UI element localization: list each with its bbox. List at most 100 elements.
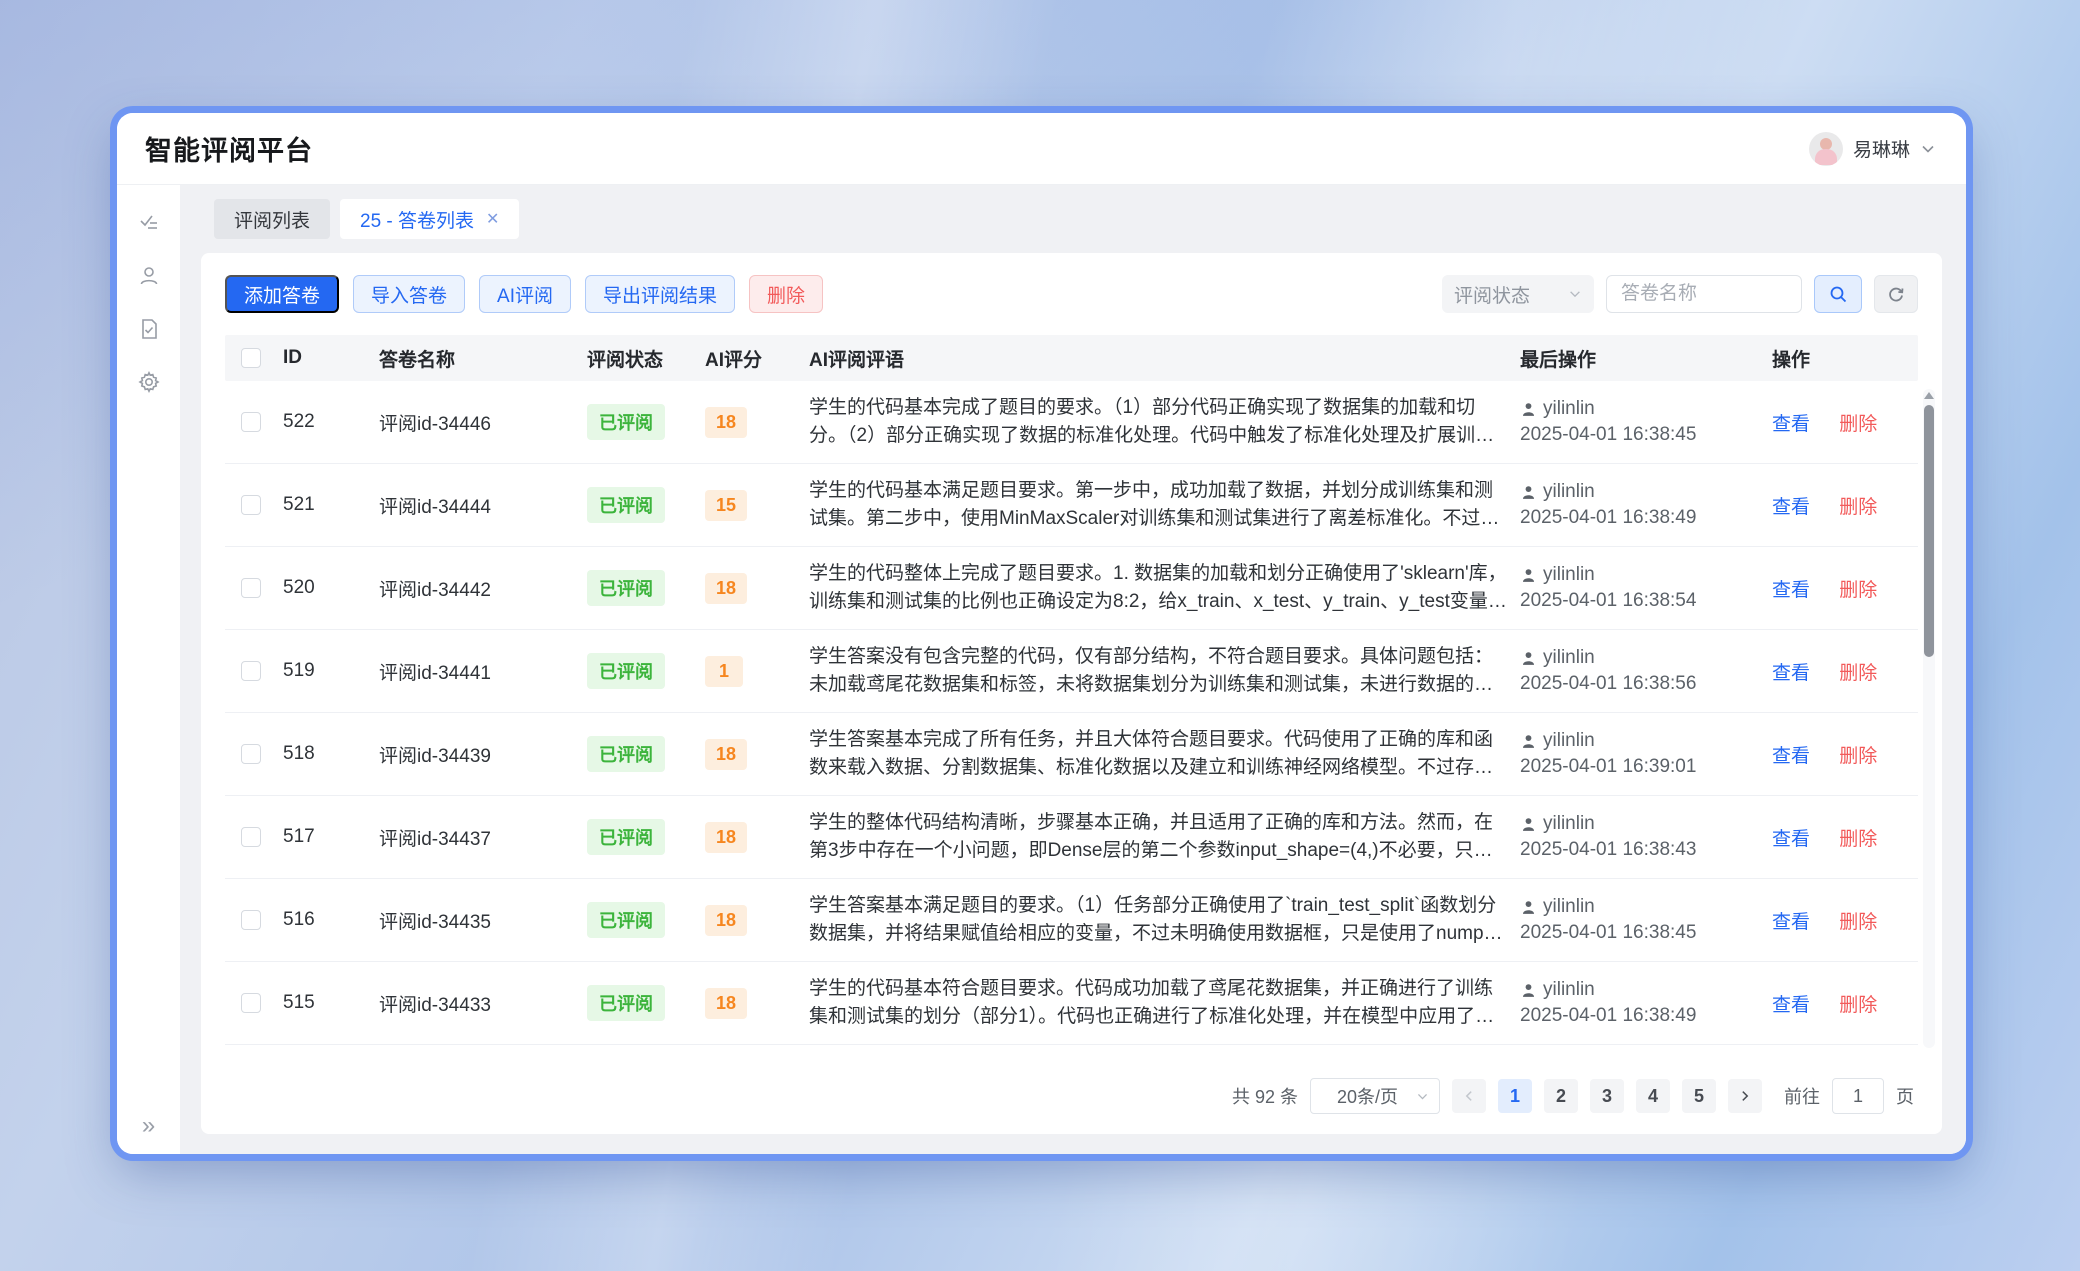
prev-page-button[interactable]	[1452, 1079, 1486, 1113]
page-size-select[interactable]: 20条/页	[1310, 1078, 1440, 1114]
column-name: 答卷名称	[379, 345, 587, 372]
table-row: 515 评阅id-34433 已评阅 18 学生的代码基本符合题目要求。代码成功…	[225, 962, 1918, 1045]
tab-label: 25 - 答卷列表	[360, 206, 474, 233]
scrollbar-thumb[interactable]	[1924, 405, 1934, 657]
sidebar-item-review-list[interactable]	[129, 203, 169, 243]
user-icon	[1520, 567, 1537, 584]
row-checkbox[interactable]	[241, 661, 261, 681]
page-button-1[interactable]: 1	[1498, 1079, 1532, 1113]
score-badge: 18	[705, 988, 747, 1019]
row-answer-name: 评阅id-34437	[379, 824, 587, 851]
sidebar-item-users[interactable]	[129, 256, 169, 296]
row-checkbox[interactable]	[241, 744, 261, 764]
page-button-4[interactable]: 4	[1636, 1079, 1670, 1113]
import-answer-button[interactable]: 导入答卷	[353, 275, 465, 313]
answer-list-card: 添加答卷 导入答卷 AI评阅 导出评阅结果 删除 评阅状态	[201, 253, 1942, 1134]
delete-link[interactable]: 删除	[1839, 663, 1877, 684]
row-id: 518	[283, 743, 379, 765]
view-link[interactable]: 查看	[1772, 746, 1810, 767]
row-checkbox[interactable]	[241, 412, 261, 432]
status-badge: 已评阅	[587, 736, 665, 772]
page-button-5[interactable]: 5	[1682, 1079, 1716, 1113]
scroll-up-arrow-icon[interactable]	[1924, 392, 1934, 399]
status-badge: 已评阅	[587, 902, 665, 938]
row-comment: 学生答案没有包含完整的代码，仅有部分结构，不符合题目要求。具体问题包括：未加载鸢…	[809, 643, 1508, 699]
row-id: 515	[283, 992, 379, 1014]
user-icon	[1520, 816, 1537, 833]
pagination: 共 92 条 20条/页 1 2	[225, 1054, 1918, 1114]
row-timestamp: 2025-04-01 16:38:45	[1520, 920, 1760, 946]
row-checkbox[interactable]	[241, 495, 261, 515]
delete-link[interactable]: 删除	[1839, 414, 1877, 435]
add-answer-button[interactable]: 添加答卷	[225, 275, 339, 313]
row-timestamp: 2025-04-01 16:38:43	[1520, 837, 1760, 863]
view-link[interactable]: 查看	[1772, 414, 1810, 435]
delete-link[interactable]: 删除	[1839, 746, 1877, 767]
next-page-button[interactable]	[1728, 1079, 1762, 1113]
table-scrollbar[interactable]	[1923, 389, 1935, 1048]
search-button[interactable]	[1814, 275, 1862, 313]
tab-answer-list[interactable]: 25 - 答卷列表 ✕	[340, 199, 519, 239]
score-badge: 1	[705, 656, 743, 687]
review-status-select[interactable]: 评阅状态	[1442, 275, 1594, 313]
view-link[interactable]: 查看	[1772, 497, 1810, 518]
delete-button[interactable]: 删除	[749, 275, 823, 313]
delete-link[interactable]: 删除	[1839, 829, 1877, 850]
chevron-down-icon	[1568, 287, 1582, 301]
user-icon	[1520, 401, 1537, 418]
view-link[interactable]: 查看	[1772, 995, 1810, 1016]
select-all-checkbox[interactable]	[241, 348, 261, 368]
tab-review-list[interactable]: 评阅列表	[214, 199, 330, 239]
row-comment: 学生的整体代码结构清晰，步骤基本正确，并且适用了正确的库和方法。然而，在第3步中…	[809, 809, 1508, 865]
score-badge: 18	[705, 573, 747, 604]
row-operator: yilinlin	[1543, 977, 1595, 1003]
status-badge: 已评阅	[587, 819, 665, 855]
row-checkbox[interactable]	[241, 827, 261, 847]
row-comment: 学生的代码基本完成了题目的要求。（1）部分代码正确实现了数据集的加载和切分。（2…	[809, 394, 1508, 450]
row-operator: yilinlin	[1543, 562, 1595, 588]
score-badge: 18	[705, 905, 747, 936]
goto-page-input[interactable]	[1832, 1078, 1884, 1114]
avatar[interactable]	[1809, 132, 1843, 166]
main-content: 评阅列表 25 - 答卷列表 ✕ 添加答卷 导入答卷 AI评阅 导出评阅结果 删…	[181, 185, 1966, 1154]
row-timestamp: 2025-04-01 16:38:54	[1520, 588, 1760, 614]
sidebar-collapse-toggle[interactable]: »	[142, 1112, 155, 1140]
sidebar-item-settings[interactable]	[129, 362, 169, 402]
delete-link[interactable]: 删除	[1839, 497, 1877, 518]
total-count: 共 92 条	[1232, 1083, 1298, 1109]
user-menu[interactable]: 易琳琳	[1809, 132, 1936, 166]
delete-link[interactable]: 删除	[1839, 995, 1877, 1016]
goto-label: 前往	[1784, 1083, 1820, 1109]
close-icon[interactable]: ✕	[486, 209, 499, 229]
view-link[interactable]: 查看	[1772, 829, 1810, 850]
select-placeholder: 评阅状态	[1454, 281, 1560, 308]
page-button-2[interactable]: 2	[1544, 1079, 1578, 1113]
row-id: 521	[283, 494, 379, 516]
table-body: 522 评阅id-34446 已评阅 18 学生的代码基本完成了题目的要求。（1…	[225, 381, 1918, 1045]
chevron-left-icon	[1462, 1089, 1476, 1103]
row-operator: yilinlin	[1543, 811, 1595, 837]
row-id: 522	[283, 411, 379, 433]
delete-link[interactable]: 删除	[1839, 580, 1877, 601]
view-link[interactable]: 查看	[1772, 912, 1810, 933]
table-row: 522 评阅id-34446 已评阅 18 学生的代码基本完成了题目的要求。（1…	[225, 381, 1918, 464]
view-link[interactable]: 查看	[1772, 580, 1810, 601]
row-timestamp: 2025-04-01 16:39:01	[1520, 754, 1760, 780]
column-comment: AI评阅评语	[809, 345, 1520, 372]
row-checkbox[interactable]	[241, 578, 261, 598]
row-checkbox[interactable]	[241, 910, 261, 930]
row-answer-name: 评阅id-34435	[379, 907, 587, 934]
refresh-button[interactable]	[1874, 275, 1918, 313]
export-results-button[interactable]: 导出评阅结果	[585, 275, 735, 313]
sidebar-item-documents[interactable]	[129, 309, 169, 349]
row-checkbox[interactable]	[241, 993, 261, 1013]
view-link[interactable]: 查看	[1772, 663, 1810, 684]
row-id: 516	[283, 909, 379, 931]
score-badge: 18	[705, 739, 747, 770]
page-button-3[interactable]: 3	[1590, 1079, 1624, 1113]
ai-review-button[interactable]: AI评阅	[479, 275, 571, 313]
answer-name-input[interactable]	[1606, 275, 1802, 313]
table-row: 519 评阅id-34441 已评阅 1 学生答案没有包含完整的代码，仅有部分结…	[225, 630, 1918, 713]
row-operator: yilinlin	[1543, 479, 1595, 505]
delete-link[interactable]: 删除	[1839, 912, 1877, 933]
